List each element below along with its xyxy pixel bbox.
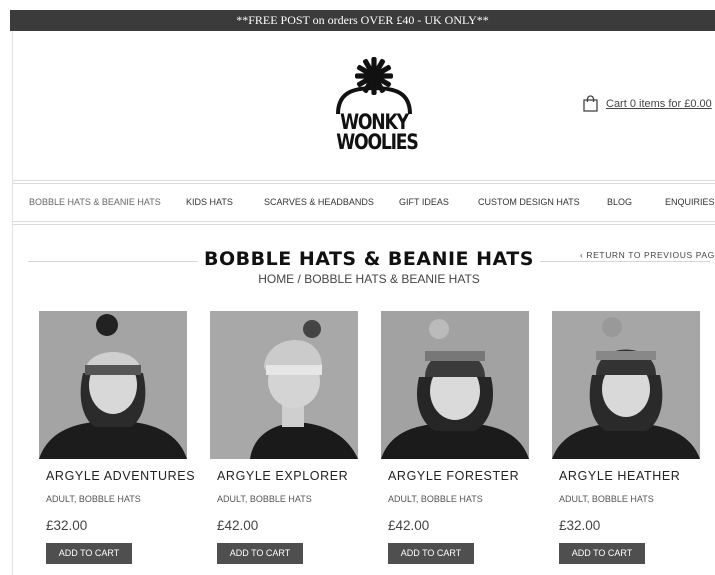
nav-item-scarves-headbands[interactable]: SCARVES & HEADBANDS <box>264 184 374 221</box>
add-to-cart-button[interactable]: ADD TO CART <box>559 543 645 564</box>
product-image[interactable] <box>210 311 358 459</box>
pompom-hat-logo-icon <box>336 57 412 114</box>
model-wearing-hat-image <box>381 311 529 459</box>
product-price: £42.00 <box>388 518 430 533</box>
site-logo[interactable]: WONKY WOOLIES <box>328 54 420 156</box>
model-wearing-hat-image <box>210 311 358 459</box>
product-name[interactable]: ARGYLE FORESTER <box>388 469 529 483</box>
product-categories[interactable]: ADULT, BOBBLE HATS <box>559 494 700 504</box>
product-name[interactable]: ARGYLE EXPLORER <box>217 469 358 483</box>
product-price: £32.00 <box>46 518 88 533</box>
product-card: ARGYLE HEATHER ADULT, BOBBLE HATS £32.00… <box>552 311 700 564</box>
main-nav: BOBBLE HATS & BEANIE HATS KIDS HATS SCAR… <box>12 184 715 221</box>
product-card: ARGYLE ADVENTURES ADULT, BOBBLE HATS £32… <box>39 311 195 564</box>
nav-top-border <box>12 180 715 181</box>
add-to-cart-button[interactable]: ADD TO CART <box>46 543 132 564</box>
add-to-cart-button[interactable]: ADD TO CART <box>388 543 474 564</box>
product-image[interactable] <box>39 311 187 459</box>
nav-item-blog[interactable]: BLOG <box>607 184 632 221</box>
return-to-previous-page-link[interactable]: ‹ RETURN TO PREVIOUS PAGE <box>580 250 715 260</box>
product-categories[interactable]: ADULT, BOBBLE HATS <box>217 494 358 504</box>
model-wearing-hat-image <box>552 311 700 459</box>
nav-item-kids-hats[interactable]: KIDS HATS <box>186 184 233 221</box>
nav-item-enquiries[interactable]: ENQUIRIES <box>665 184 715 221</box>
promo-banner: **FREE POST on orders OVER £40 - UK ONLY… <box>10 10 715 31</box>
nav-bottom-border-inner <box>12 224 715 225</box>
page-edge-divider <box>12 31 13 575</box>
product-price: £42.00 <box>217 518 259 533</box>
model-wearing-hat-image <box>39 311 187 459</box>
logo-text-line2: WOOLIES <box>336 130 418 154</box>
product-card: ARGYLE FORESTER ADULT, BOBBLE HATS £42.0… <box>381 311 529 564</box>
product-categories[interactable]: ADULT, BOBBLE HATS <box>46 494 187 504</box>
title-rule-left <box>28 261 198 262</box>
title-rule-right <box>540 261 710 262</box>
product-name[interactable]: ARGYLE ADVENTURES <box>46 469 195 483</box>
product-image[interactable] <box>381 311 529 459</box>
product-categories[interactable]: ADULT, BOBBLE HATS <box>388 494 529 504</box>
nav-bottom-border <box>12 221 715 222</box>
nav-item-custom-design-hats[interactable]: CUSTOM DESIGN HATS <box>478 184 580 221</box>
product-price: £32.00 <box>559 518 601 533</box>
cart-link[interactable]: Cart 0 items for £0.00 <box>583 95 712 112</box>
breadcrumb[interactable]: HOME / BOBBLE HATS & BEANIE HATS <box>200 272 538 286</box>
nav-item-gift-ideas[interactable]: GIFT IDEAS <box>399 184 449 221</box>
product-name[interactable]: ARGYLE HEATHER <box>559 469 700 483</box>
shopping-bag-icon <box>583 95 598 112</box>
nav-item-bobble-beanie-hats[interactable]: BOBBLE HATS & BEANIE HATS <box>29 184 161 221</box>
product-card: ARGYLE EXPLORER ADULT, BOBBLE HATS £42.0… <box>210 311 358 564</box>
product-image[interactable] <box>552 311 700 459</box>
add-to-cart-button[interactable]: ADD TO CART <box>217 543 303 564</box>
page-title: BOBBLE HATS & BEANIE HATS <box>204 248 534 270</box>
promo-text: **FREE POST on orders OVER £40 - UK ONLY… <box>236 13 489 27</box>
cart-summary: Cart 0 items for £0.00 <box>606 97 712 110</box>
